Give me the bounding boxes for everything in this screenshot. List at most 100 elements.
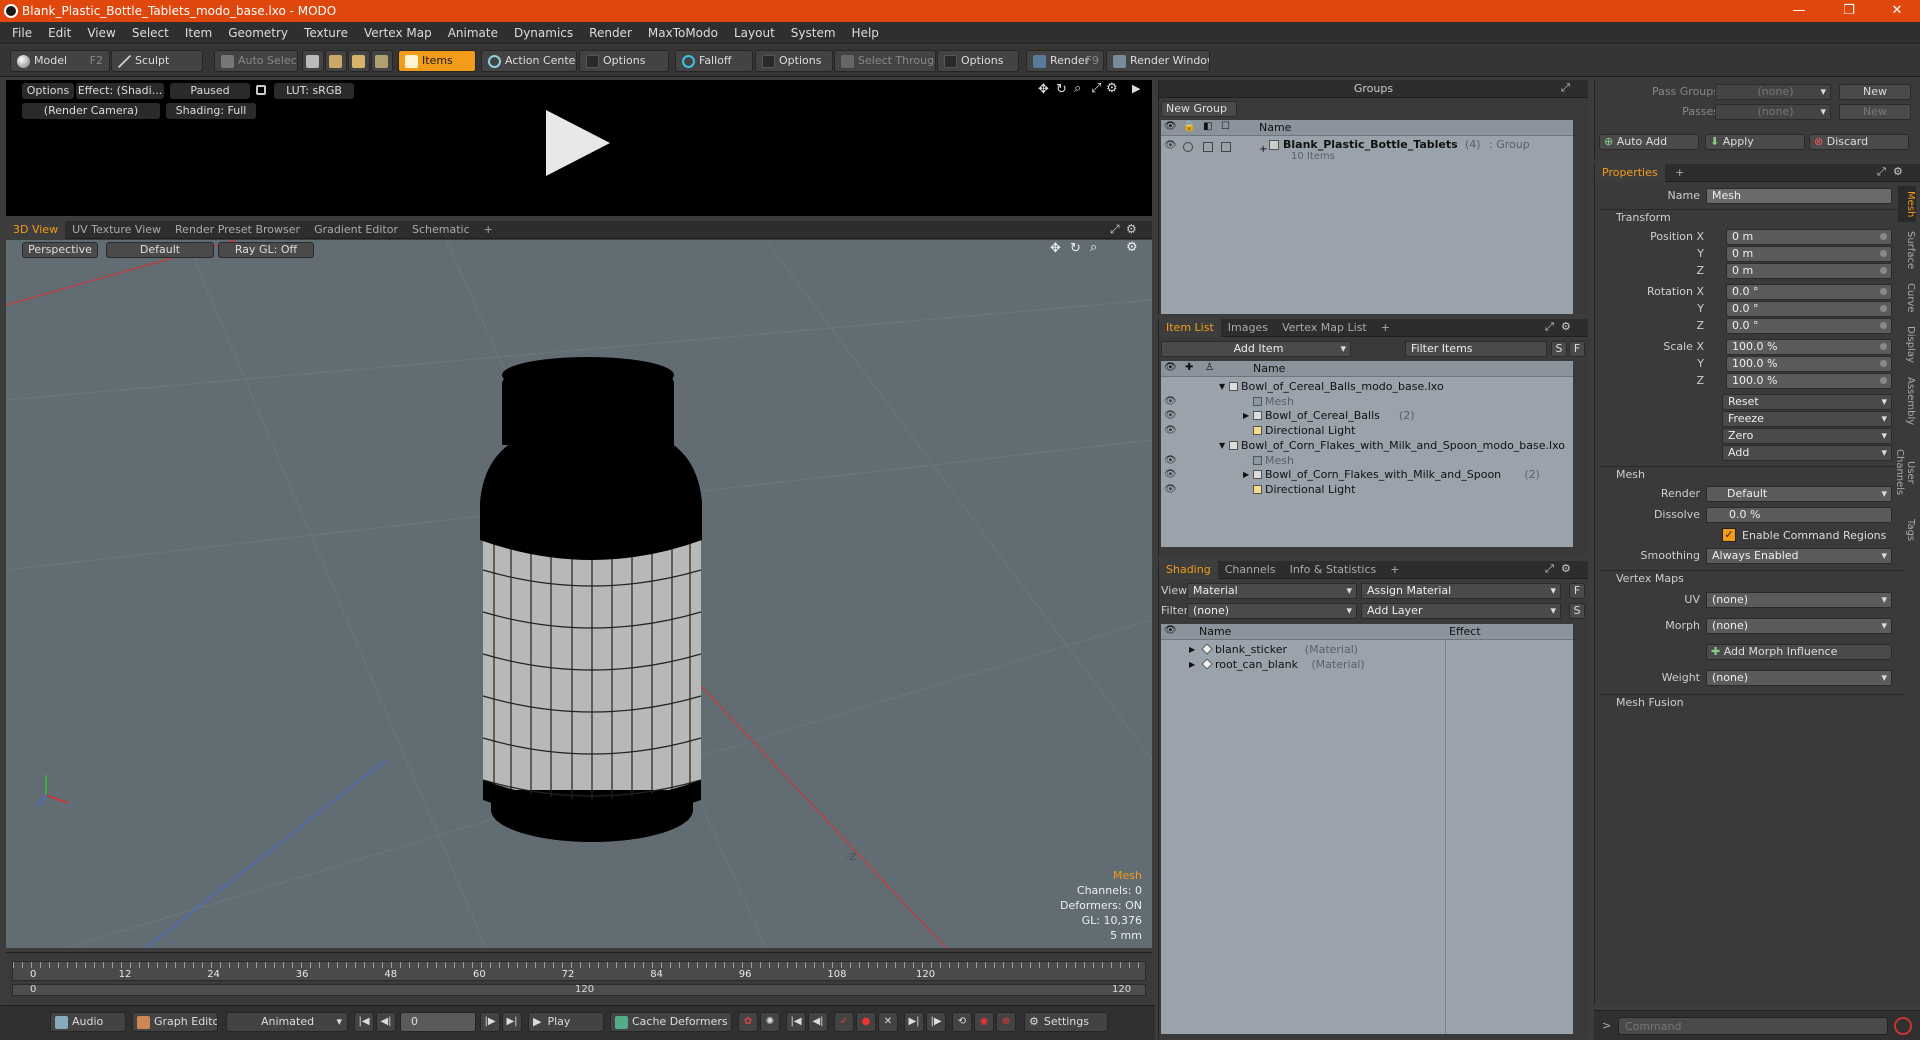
new-pass-group-button[interactable]: New xyxy=(1839,84,1911,100)
prev-key-button[interactable]: |◀ xyxy=(786,1012,806,1032)
tab-add[interactable]: + xyxy=(1383,561,1406,579)
menu-texture[interactable]: Texture xyxy=(296,22,356,44)
keyframe-dot-icon[interactable] xyxy=(1880,288,1887,295)
frame-field[interactable]: 0 xyxy=(400,1012,476,1032)
pass-groups-dropdown[interactable]: (none) xyxy=(1715,84,1831,100)
visibility-eye-icon[interactable]: 👁 xyxy=(1164,408,1177,423)
record-options-icon[interactable]: ◉ xyxy=(974,1012,994,1032)
smoothing-dropdown[interactable]: Always Enabled xyxy=(1706,548,1892,564)
side-tab-tags[interactable]: Tags xyxy=(1898,516,1916,544)
tab-shading[interactable]: Shading xyxy=(1159,561,1218,579)
add-item-dropdown[interactable]: Add Item xyxy=(1161,341,1351,357)
viewport-maximize-icon[interactable]: ⤢ xyxy=(1110,222,1120,237)
list-item[interactable]: 👁 Mesh xyxy=(1161,453,1573,468)
viewport-3d[interactable]: Perspective Default Ray GL: Off ✥ ↻ ⌕ ⚙ … xyxy=(6,240,1152,948)
prev-frame-button[interactable]: ◀| xyxy=(376,1012,396,1032)
vertex-maps-section[interactable]: Vertex Maps xyxy=(1600,570,1905,586)
tab-item-list[interactable]: Item List xyxy=(1159,319,1221,337)
viewport-pan-icon[interactable]: ✥ xyxy=(1050,241,1061,256)
raygl-dropdown[interactable]: Ray GL: Off xyxy=(218,242,314,258)
keyframe-dot-icon[interactable] xyxy=(1880,267,1887,274)
rot-y-input[interactable]: 0.0 ° xyxy=(1726,301,1892,317)
dissolve-input[interactable]: 0.0 % xyxy=(1706,507,1892,523)
pan-icon[interactable]: ✥ xyxy=(1038,82,1049,97)
preview-lut-dropdown[interactable]: LUT: sRGB xyxy=(274,83,354,99)
menu-maxtomodo[interactable]: MaxToModo xyxy=(640,22,726,44)
list-item[interactable]: ▼ Bowl_of_Corn_Flakes_with_Milk_and_Spoon… xyxy=(1161,438,1573,453)
shading-view-dropdown[interactable]: Material xyxy=(1187,583,1357,599)
tab-info-statistics[interactable]: Info & Statistics xyxy=(1283,561,1384,579)
morph-dropdown[interactable]: (none) xyxy=(1706,618,1892,634)
pos-y-input[interactable]: 0 m xyxy=(1726,246,1892,262)
visibility-eye-icon[interactable]: 👁 xyxy=(1164,394,1177,409)
menu-file[interactable]: File xyxy=(4,22,40,44)
key-set-icon[interactable]: ✓ xyxy=(834,1012,854,1032)
menu-render[interactable]: Render xyxy=(581,22,640,44)
tab-properties[interactable]: Properties xyxy=(1595,164,1665,182)
list-item[interactable]: ▼ Bowl_of_Cereal_Balls_modo_base.lxo xyxy=(1161,379,1573,394)
list-item[interactable]: 👁 Directional Light xyxy=(1161,423,1573,438)
visibility-eye-icon[interactable]: 👁 xyxy=(1164,467,1177,482)
items-mode-button[interactable]: Items xyxy=(398,50,476,72)
auto-key-icon[interactable]: ✺ xyxy=(760,1012,780,1032)
falloff-options-button[interactable]: Options xyxy=(755,50,833,72)
timeline-ruler[interactable] xyxy=(12,961,1146,981)
side-tab-surface[interactable]: Surface xyxy=(1898,230,1916,270)
key-clear-icon[interactable]: ✕ xyxy=(878,1012,898,1032)
select-through-button[interactable]: Select Through xyxy=(834,50,936,72)
expand-arrow-icon[interactable]: ▶ xyxy=(1132,82,1140,95)
falloff-button[interactable]: Falloff xyxy=(675,50,753,72)
shading-default-dropdown[interactable]: Default xyxy=(106,242,214,258)
action-center-options-button[interactable]: Options xyxy=(579,50,669,72)
menu-help[interactable]: Help xyxy=(844,22,887,44)
animated-dropdown[interactable]: Animated ▾ xyxy=(226,1012,348,1032)
gear-icon[interactable]: ⚙ xyxy=(1106,81,1118,96)
freeze-dropdown[interactable]: Freeze xyxy=(1722,411,1892,427)
polygons-mode-button[interactable] xyxy=(348,50,370,72)
rotate-icon[interactable]: ↻ xyxy=(1056,82,1067,97)
new-group-button[interactable]: New Group xyxy=(1161,101,1237,117)
audio-button[interactable]: Audio xyxy=(50,1012,126,1032)
add-layer-dropdown[interactable]: Add Layer xyxy=(1361,603,1561,619)
expand-arrow-icon[interactable]: ▶ xyxy=(1189,642,1195,657)
cache-deformers-button[interactable]: Cache Deformers xyxy=(610,1012,732,1032)
maximize-button[interactable]: ❐ xyxy=(1826,0,1872,22)
shading-maximize-icon[interactable]: ⤢ xyxy=(1545,562,1554,576)
item-list-gear-icon[interactable]: ⚙ xyxy=(1561,320,1571,333)
menu-system[interactable]: System xyxy=(783,22,844,44)
play-button[interactable]: ▶ Play xyxy=(528,1012,604,1032)
reset-dropdown[interactable]: Reset xyxy=(1722,394,1892,410)
weight-dropdown[interactable]: (none) xyxy=(1706,670,1892,686)
tab-vertex-map-list[interactable]: Vertex Map List xyxy=(1275,319,1374,337)
viewport-rotate-icon[interactable]: ↻ xyxy=(1070,241,1081,256)
visibility-eye-icon[interactable]: 👁 xyxy=(1164,423,1177,438)
key-icon[interactable]: ✿ xyxy=(738,1012,758,1032)
menu-view[interactable]: View xyxy=(79,22,123,44)
filter-items-input[interactable]: Filter Items xyxy=(1405,341,1547,357)
list-item[interactable]: 👁 Directional Light xyxy=(1161,482,1573,497)
command-stop-icon[interactable] xyxy=(1894,1017,1912,1035)
auto-add-button[interactable]: ⊕ Auto Add xyxy=(1599,134,1699,150)
edges-mode-button[interactable] xyxy=(325,50,347,72)
mesh-section[interactable]: Mesh xyxy=(1600,466,1905,482)
menu-vertex-map[interactable]: Vertex Map xyxy=(356,22,440,44)
shader-row[interactable]: ▶ blank_sticker (Material) xyxy=(1161,642,1445,657)
side-tab-mesh[interactable]: Mesh xyxy=(1898,186,1916,222)
expand-arrow-icon[interactable]: ▶ xyxy=(1243,467,1249,482)
keyframe-dot-icon[interactable] xyxy=(1880,305,1887,312)
assign-material-dropdown[interactable]: Assign Material xyxy=(1361,583,1561,599)
tab-images[interactable]: Images xyxy=(1221,319,1275,337)
loop-icon[interactable]: ⟲ xyxy=(952,1012,972,1032)
item-list-f-button[interactable]: F xyxy=(1569,341,1585,357)
new-pass-button[interactable]: New xyxy=(1839,104,1911,120)
tab-add[interactable]: + xyxy=(477,221,500,239)
visibility-eye-icon[interactable]: 👁 xyxy=(1164,453,1177,468)
command-input[interactable] xyxy=(1618,1017,1888,1035)
render-window-button[interactable]: Render Window xyxy=(1106,50,1210,72)
passes-dropdown[interactable]: (none) xyxy=(1715,104,1831,120)
next-key-button[interactable]: ◀| xyxy=(808,1012,828,1032)
pos-x-input[interactable]: 0 m xyxy=(1726,229,1892,245)
expand-arrow-icon[interactable]: ▶ xyxy=(1189,657,1195,672)
keyframe-dot-icon[interactable] xyxy=(1880,343,1887,350)
item-list-s-button[interactable]: S xyxy=(1551,341,1567,357)
